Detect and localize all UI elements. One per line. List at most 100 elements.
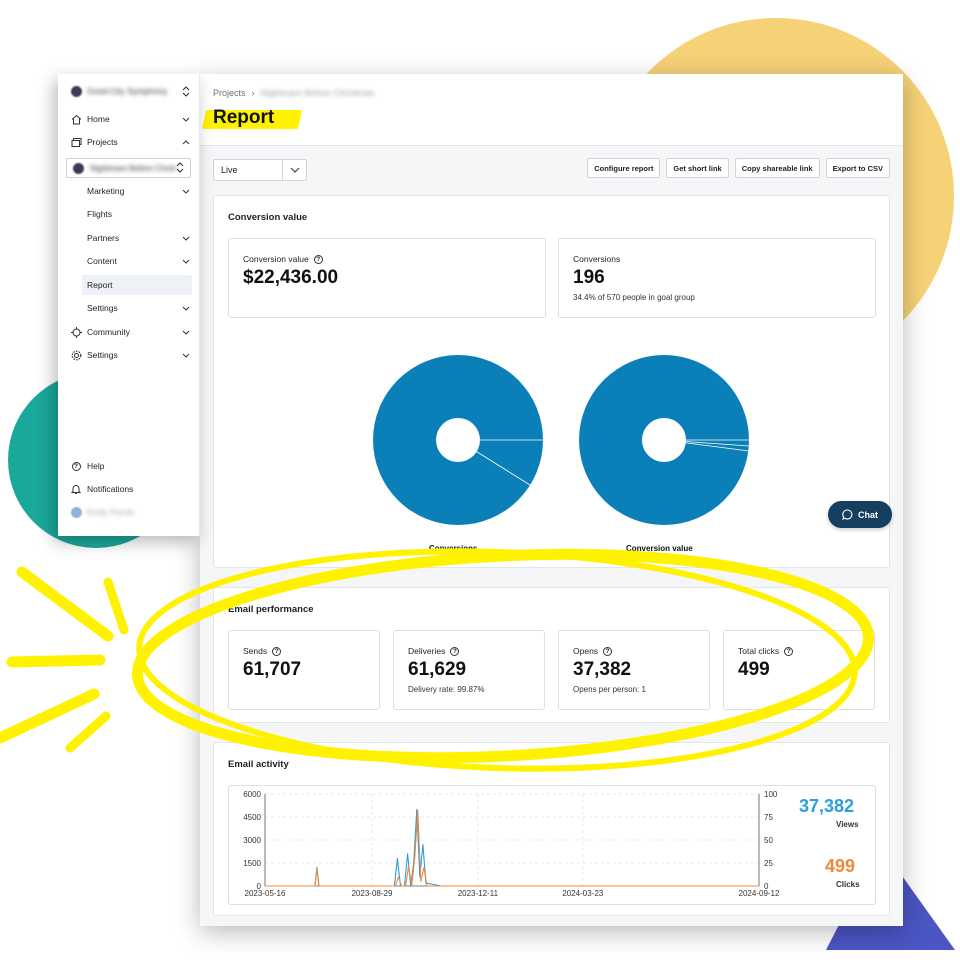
sidebar-item-help-label: Help (87, 461, 105, 471)
sidebar-item-settings[interactable]: Settings (70, 345, 192, 365)
folders-icon (70, 136, 82, 148)
email-activity-chart: 0150030004500600002550751002023-05-16 202… (243, 790, 780, 898)
sidebar-item-home[interactable]: Home (70, 109, 192, 129)
views-total: 37,382 (799, 796, 855, 816)
chevron-updown-icon (180, 85, 192, 97)
sidebar-item-projects[interactable]: Projects (70, 132, 192, 152)
sidebar-item-project-settings[interactable]: Settings (82, 298, 192, 318)
export-csv-button[interactable]: Export to CSV (825, 158, 890, 178)
emphasis-stroke (16, 566, 114, 642)
sidebar-item-projects-label: Projects (87, 137, 118, 147)
help-icon: ? (70, 460, 82, 472)
bell-icon (70, 483, 82, 495)
y-left-tick-label: 1500 (243, 859, 261, 868)
org-name: Good City Symphony (87, 86, 168, 96)
donut-hole (436, 418, 480, 462)
deliveries-value: 61,629 (408, 659, 467, 680)
user-profile[interactable]: Emily Purvis (70, 502, 192, 522)
status-select[interactable]: Live (213, 159, 307, 181)
conversion-value-stat: Conversion value ? $22,436.00 (228, 238, 546, 318)
project-avatar (73, 162, 84, 174)
help-circle-icon[interactable]: ? (313, 254, 323, 264)
sends-value: 61,707 (243, 659, 302, 680)
sidebar-item-flights[interactable]: Flights (82, 204, 192, 224)
breadcrumb-projects[interactable]: Projects (213, 88, 246, 98)
chevron-down-icon (180, 330, 192, 335)
email-activity-chart-box: 0 1500 3000 4500 6000 0 25 50 75 100 2023-05-16 202… (228, 785, 876, 905)
sidebar-item-flights-label: Flights (87, 209, 113, 219)
series-line-views (265, 808, 759, 887)
report-window: Projects › Nightmare Before Christmas Re… (200, 74, 903, 926)
gear-icon (70, 349, 82, 361)
help-circle-icon[interactable]: ? (603, 646, 613, 656)
total-clicks-label-text: Total clicks (738, 646, 780, 656)
conversion-value-amount: $22,436.00 (243, 267, 339, 288)
y-left-tick-label: 3000 (243, 836, 261, 845)
sidebar-item-marketing[interactable]: Marketing (82, 181, 192, 201)
conversions-label: Conversions (573, 254, 621, 264)
deliveries-label: Deliveries? (408, 646, 460, 656)
help-circle-icon[interactable]: ? (784, 646, 794, 656)
help-circle-icon[interactable]: ? (272, 646, 282, 656)
y-right-tick-label: 75 (764, 813, 773, 822)
help-circle-icon[interactable]: ? (450, 646, 460, 656)
sidebar-item-content[interactable]: Content (82, 251, 192, 271)
opens-label-text: Opens (573, 646, 599, 656)
sidebar-item-notifications-label: Notifications (87, 484, 134, 494)
chevron-down-icon (180, 189, 192, 194)
breadcrumb-project[interactable]: Nightmare Before Christmas (261, 88, 375, 98)
conversions-sub: 34.4% of 570 people in goal group (573, 293, 695, 302)
copy-shareable-link-button[interactable]: Copy shareable link (734, 158, 820, 178)
sidebar-item-notifications[interactable]: Notifications (70, 479, 192, 499)
y-right-tick-label: 50 (764, 836, 773, 845)
chevron-down-icon (180, 117, 192, 122)
project-switcher[interactable]: Nightmare Before Christmas (66, 158, 191, 178)
conversion-value-donut (579, 355, 750, 525)
sidebar-item-report[interactable]: Report (82, 275, 192, 295)
y-right-tick-label: 100 (764, 790, 778, 799)
clicks-total: 499 (825, 856, 856, 876)
pie-label-conversion-value: Conversion value (626, 544, 693, 553)
total-clicks-value: 499 (738, 659, 770, 680)
x-tick-label: 2023-08-29 (351, 889, 392, 898)
breadcrumb-separator: › (251, 88, 255, 98)
conversions-stat: Conversions 196 34.4% of 570 people in g… (558, 238, 876, 318)
sidebar-item-partners[interactable]: Partners (82, 228, 192, 248)
opens-label: Opens? (573, 646, 613, 656)
sends-label: Sends? (243, 646, 282, 656)
y-left-tick-label: 4500 (243, 813, 261, 822)
org-switcher[interactable]: Good City Symphony (70, 81, 192, 101)
chevron-down-icon (180, 259, 192, 264)
avatar (70, 506, 82, 518)
conversion-value-label-text: Conversion value (243, 254, 309, 264)
sidebar-item-report-label: Report (87, 280, 113, 290)
sidebar-item-project-settings-label: Settings (87, 303, 118, 313)
chat-label: Chat (858, 509, 878, 520)
views-label: Views (836, 820, 859, 829)
x-tick-label: 2024-03-23 (562, 889, 603, 898)
sidebar-item-content-label: Content (87, 256, 117, 266)
sidebar-item-partners-label: Partners (87, 233, 120, 243)
get-short-link-button[interactable]: Get short link (666, 158, 729, 178)
chevron-down-icon (180, 306, 192, 311)
opens-sub: Opens per person: 1 (573, 685, 646, 694)
configure-report-button[interactable]: Configure report (587, 158, 661, 178)
project-name: Nightmare Before Christmas (90, 163, 176, 173)
page-title: Report (213, 107, 275, 128)
deliveries-stat: Deliveries? 61,629 Delivery rate: 99.87% (393, 630, 545, 710)
sidebar-item-settings-label: Settings (87, 350, 118, 360)
chat-button[interactable]: Chat (828, 501, 892, 528)
chevron-up-icon (180, 139, 192, 145)
sidebar-item-help[interactable]: ? Help (70, 456, 192, 476)
report-toolbar: Configure report Get short link Copy sha… (587, 158, 890, 178)
opens-value: 37,382 (573, 659, 632, 680)
emphasis-stroke (6, 654, 106, 668)
emphasis-stroke (0, 688, 100, 744)
conversions-donut (373, 355, 543, 525)
sidebar: Good City Symphony Home Projects Nightma… (58, 74, 200, 536)
email-activity-card: Email activity 0 1500 3000 4500 6000 0 25 50 75 1… (213, 742, 890, 916)
crosshair-icon (70, 326, 82, 338)
sidebar-item-community[interactable]: Community (70, 322, 192, 342)
org-avatar (70, 85, 82, 97)
deliveries-label-text: Deliveries (408, 646, 446, 656)
